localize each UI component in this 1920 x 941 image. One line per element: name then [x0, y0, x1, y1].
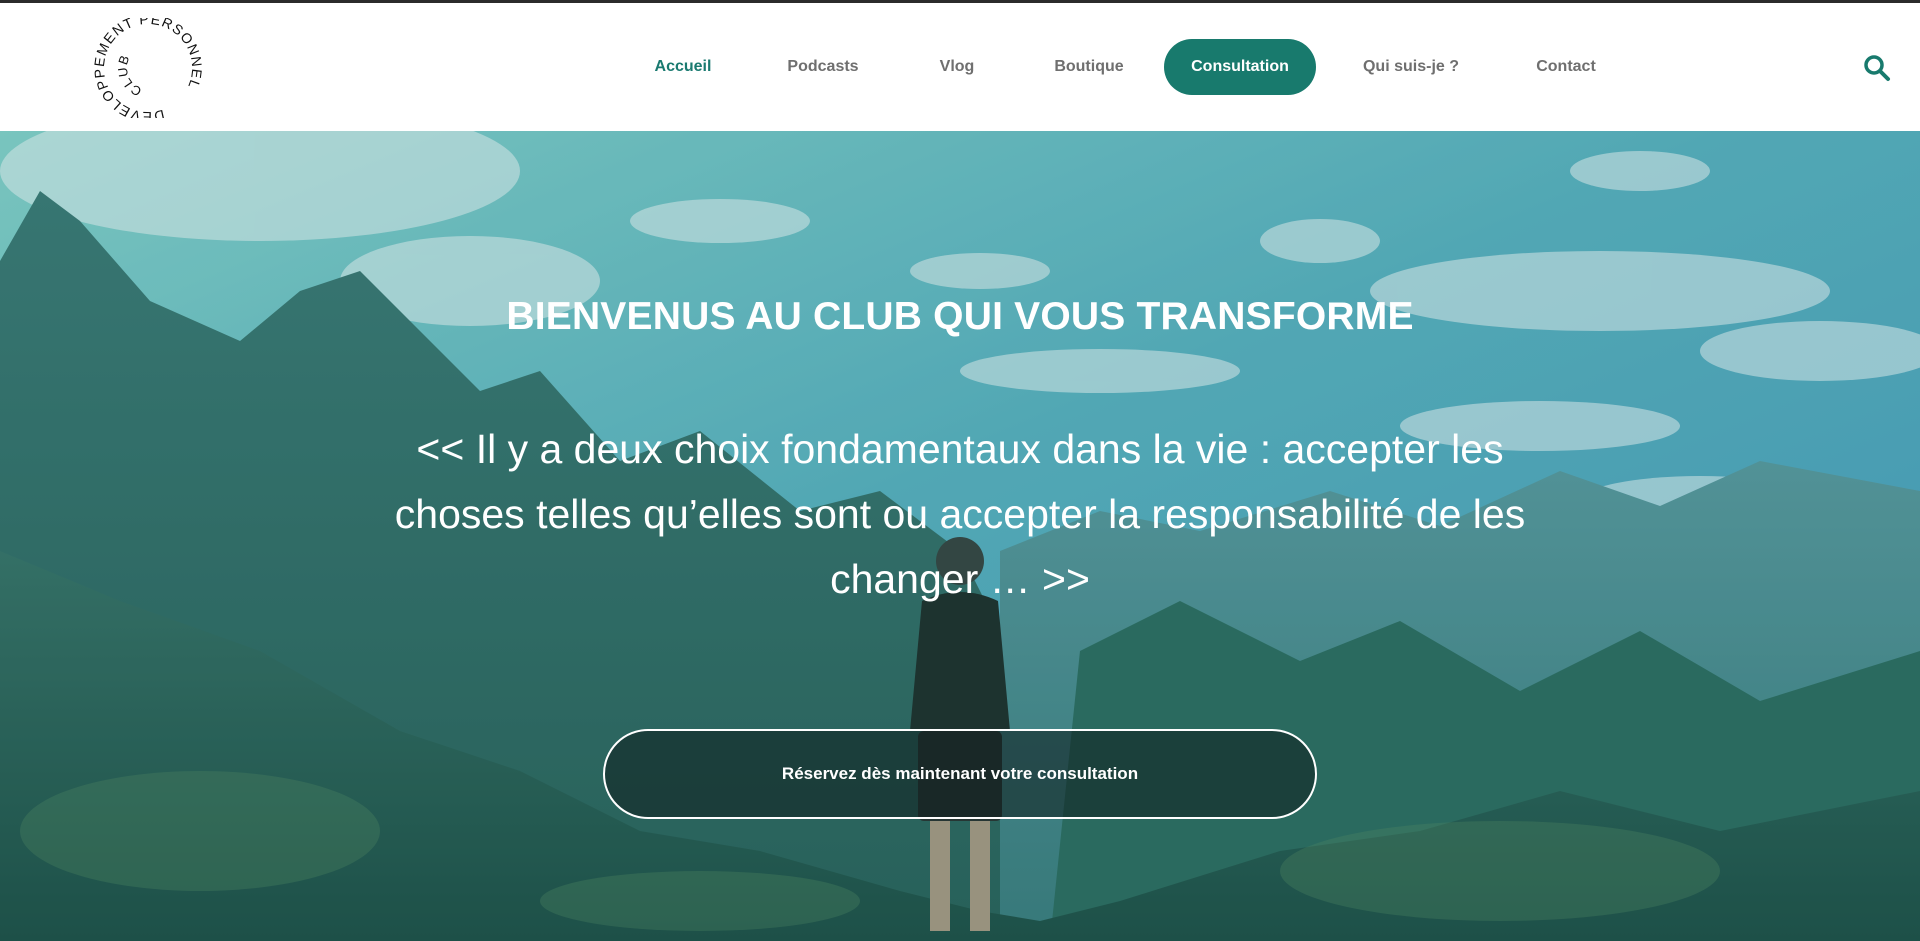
nav-item-qui-suis-je[interactable]: Qui suis-je ?	[1316, 39, 1506, 95]
hero-section: BIENVENUS AU CLUB QUI VOUS TRANSFORME <<…	[0, 131, 1920, 941]
nav-item-boutique[interactable]: Boutique	[1014, 39, 1164, 95]
nav-item-vlog[interactable]: Vlog	[900, 39, 1014, 95]
hero-quote: << Il y a deux choix fondamentaux dans l…	[394, 426, 1526, 602]
nav-item-accueil[interactable]: Accueil	[620, 39, 746, 95]
book-consultation-button[interactable]: Réservez dès maintenant votre consultati…	[603, 729, 1317, 819]
search-button[interactable]	[1862, 53, 1892, 83]
nav-item-consultation[interactable]: Consultation	[1164, 39, 1316, 95]
search-icon	[1864, 55, 1890, 81]
logo-badge: DÉVELOPPEMENT PERSONNEL CLUB	[75, 0, 221, 141]
nav-item-contact[interactable]: Contact	[1506, 39, 1626, 95]
main-navigation: Accueil Podcasts Vlog Boutique Consultat…	[620, 39, 1626, 95]
nav-item-podcasts[interactable]: Podcasts	[746, 39, 900, 95]
hero-title: BIENVENUS AU CLUB QUI VOUS TRANSFORME	[506, 295, 1414, 338]
club-logo[interactable]: DÉVELOPPEMENT PERSONNEL CLUB	[75, 0, 221, 141]
site-header: DÉVELOPPEMENT PERSONNEL CLUB Accueil Pod…	[0, 0, 1920, 141]
logo-text-outer: DÉVELOPPEMENT PERSONNEL	[92, 18, 204, 118]
